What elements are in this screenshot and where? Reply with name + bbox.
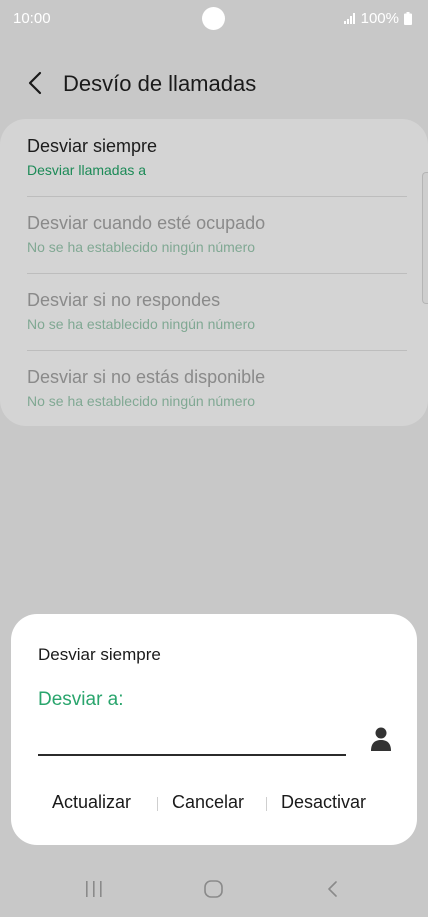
- scrollbar[interactable]: [422, 172, 428, 304]
- action-divider: [157, 797, 158, 811]
- settings-list: Desviar siempre Desviar llamadas a Desvi…: [0, 119, 428, 426]
- deactivate-button[interactable]: Desactivar: [281, 792, 366, 813]
- setting-forward-no-answer[interactable]: Desviar si no respondes No se ha estable…: [27, 273, 407, 350]
- status-indicators: 100%: [343, 10, 412, 27]
- dialog-actions: Actualizar Cancelar Desactivar: [11, 792, 417, 818]
- setting-forward-busy[interactable]: Desviar cuando esté ocupado No se ha est…: [27, 196, 407, 273]
- signal-icon: [343, 13, 355, 24]
- contacts-button[interactable]: [368, 725, 394, 753]
- back-button[interactable]: [325, 880, 341, 898]
- forward-number-input[interactable]: [38, 722, 346, 756]
- setting-subtitle: No se ha establecido ningún número: [27, 239, 256, 255]
- setting-title: Desviar cuando esté ocupado: [27, 213, 266, 233]
- recent-apps-icon: [86, 881, 102, 897]
- battery-icon: [404, 12, 412, 25]
- cancel-button[interactable]: Cancelar: [172, 792, 244, 813]
- setting-title: Desviar siempre: [27, 136, 158, 156]
- setting-subtitle: No se ha establecido ningún número: [27, 393, 256, 409]
- update-button[interactable]: Actualizar: [52, 792, 131, 813]
- setting-title: Desviar si no respondes: [27, 290, 221, 310]
- battery-percent: 100%: [360, 10, 399, 27]
- front-camera-icon: [202, 7, 225, 30]
- status-time: 10:00: [13, 10, 51, 27]
- person-icon: [371, 727, 391, 751]
- app-header: Desvío de llamadas: [0, 58, 428, 110]
- forward-dialog: Desviar siempre Desviar a: Actualizar Ca…: [11, 614, 417, 845]
- home-icon: [204, 880, 223, 898]
- page-title: Desvío de llamadas: [63, 71, 257, 96]
- navigation-bar: [0, 864, 428, 917]
- status-bar: 10:00 100%: [0, 0, 428, 38]
- action-divider: [266, 797, 267, 811]
- setting-title: Desviar si no estás disponible: [27, 367, 266, 387]
- recent-apps-button[interactable]: [84, 880, 104, 898]
- setting-subtitle: Desviar llamadas a: [27, 162, 147, 178]
- setting-forward-unavailable[interactable]: Desviar si no estás disponible No se ha …: [27, 350, 407, 427]
- forward-to-label: Desviar a:: [38, 689, 124, 710]
- setting-subtitle: No se ha establecido ningún número: [27, 316, 256, 332]
- home-button[interactable]: [203, 880, 225, 898]
- setting-always-forward[interactable]: Desviar siempre Desviar llamadas a: [27, 119, 407, 196]
- back-arrow-icon[interactable]: [24, 70, 48, 96]
- dialog-title: Desviar siempre: [38, 645, 161, 664]
- back-icon: [328, 881, 337, 897]
